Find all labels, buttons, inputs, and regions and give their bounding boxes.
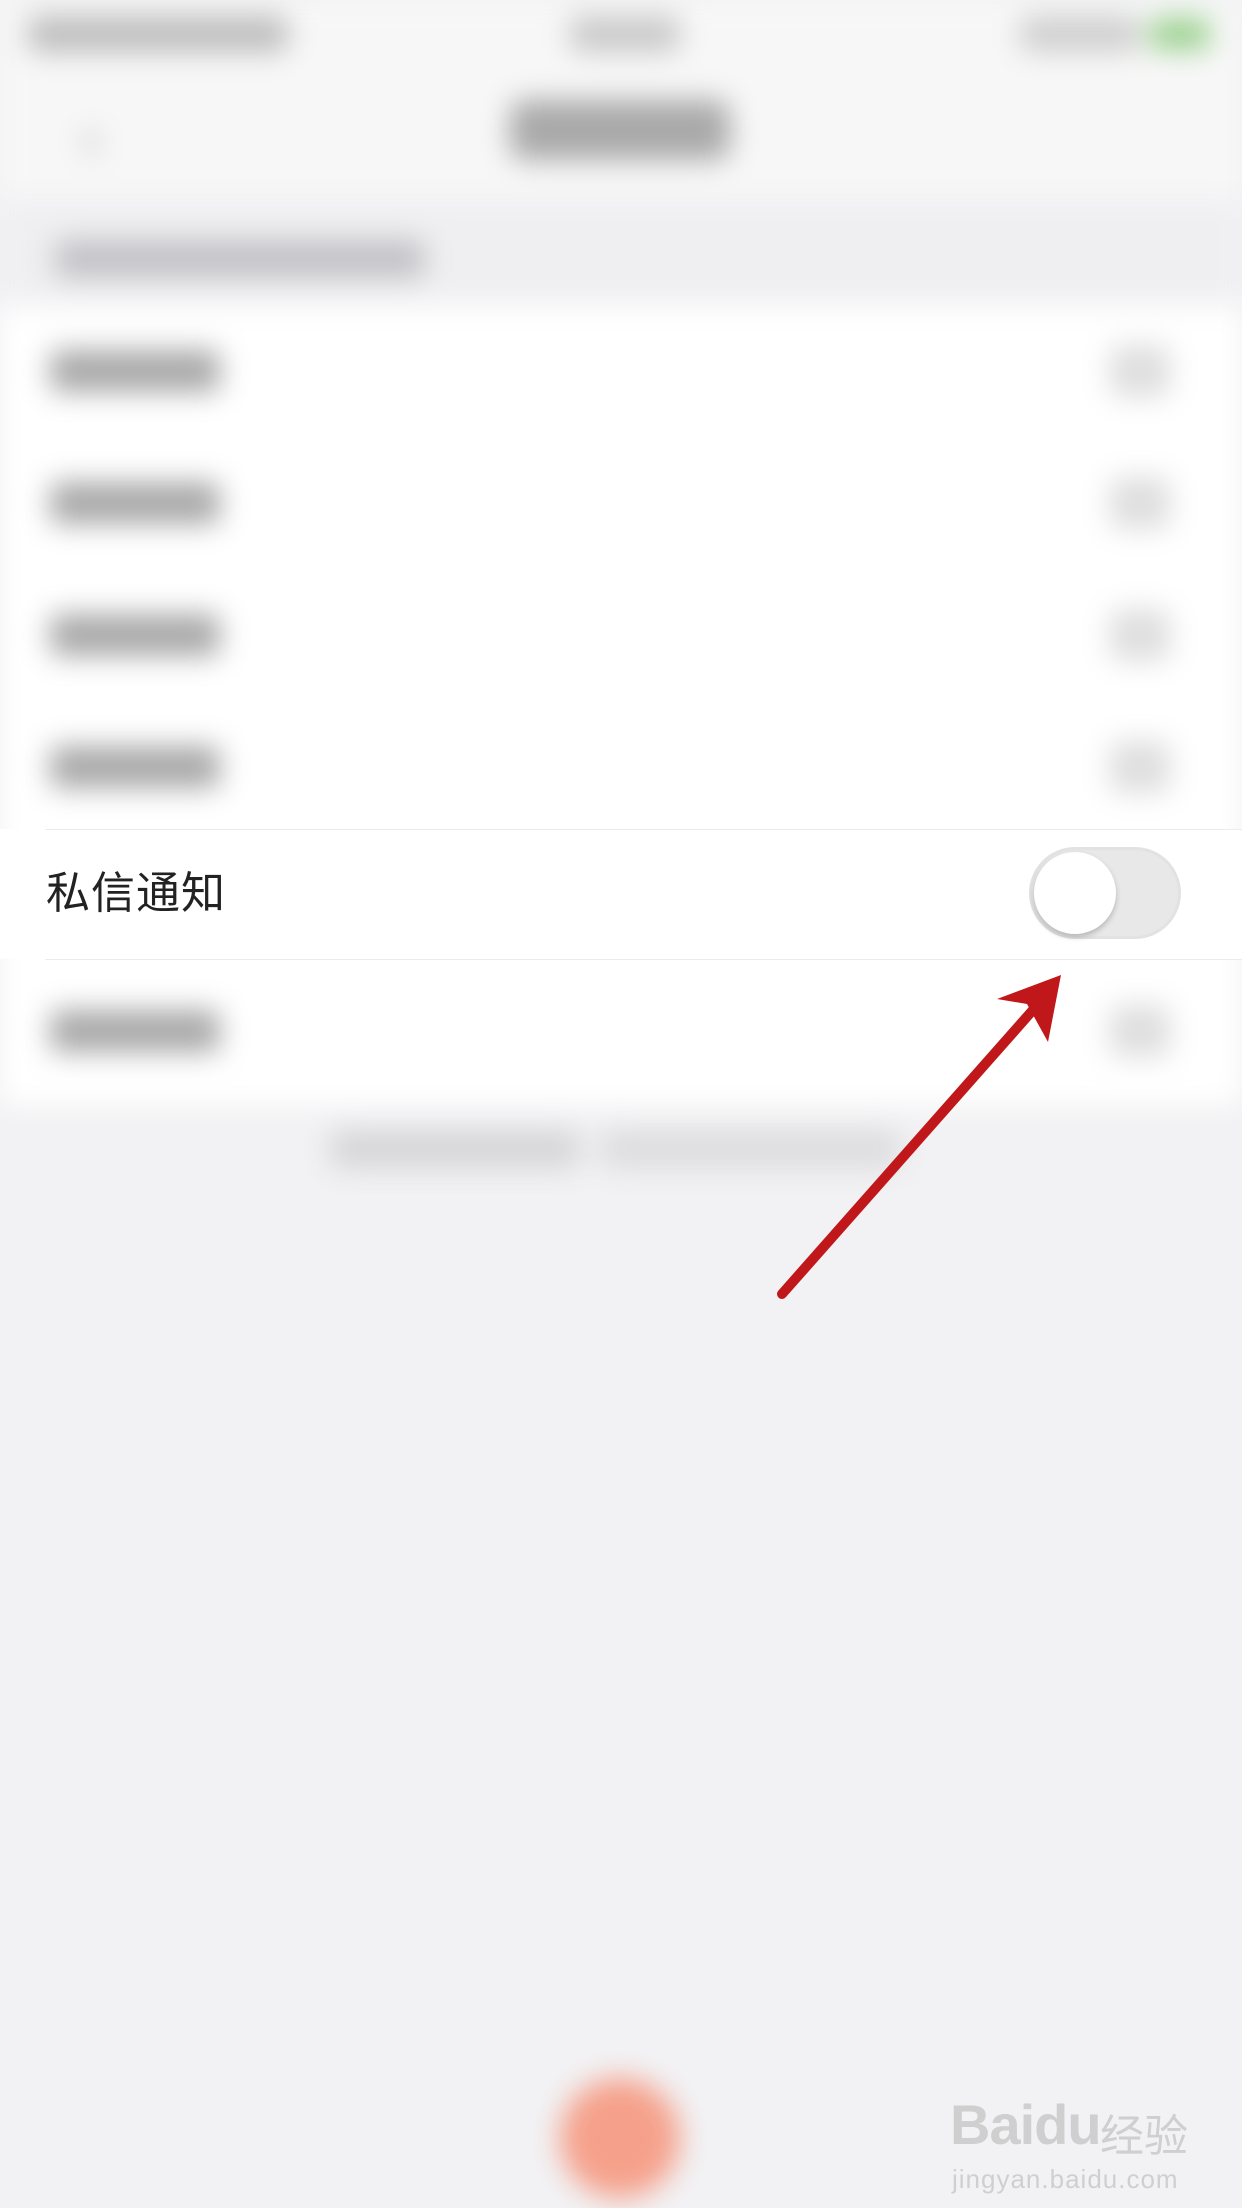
settings-row-label: 私信通知 bbox=[46, 868, 226, 919]
footer-note bbox=[600, 1130, 900, 1168]
blurred-background: ‹ bbox=[0, 0, 1242, 2208]
private-message-notification-toggle[interactable] bbox=[1029, 847, 1181, 939]
settings-row[interactable] bbox=[0, 701, 1242, 833]
baidu-jingyan-watermark: Baidu 经验 jingyan.baidu.com bbox=[950, 2070, 1230, 2200]
settings-row-control[interactable] bbox=[1110, 345, 1170, 397]
status-bar-time bbox=[570, 16, 680, 52]
settings-row-control[interactable] bbox=[1110, 741, 1170, 793]
footer-note bbox=[330, 1130, 580, 1168]
settings-row[interactable] bbox=[0, 965, 1242, 1097]
watermark-logo: Baidu bbox=[950, 2093, 1102, 2156]
divider bbox=[45, 959, 1242, 960]
status-bar bbox=[0, 0, 1242, 70]
settings-row-label bbox=[50, 350, 220, 392]
watermark-name: 经验 bbox=[1100, 2111, 1188, 2162]
status-bar-indicators bbox=[1020, 16, 1140, 52]
settings-row-control[interactable] bbox=[1110, 1005, 1170, 1057]
section-header-text bbox=[55, 240, 425, 278]
status-bar-carrier bbox=[28, 16, 288, 52]
settings-row[interactable] bbox=[0, 569, 1242, 701]
navigation-bar: ‹ bbox=[0, 70, 1242, 200]
back-arrow-icon[interactable]: ‹ bbox=[80, 110, 120, 170]
floating-action-button[interactable] bbox=[560, 2078, 680, 2198]
toggle-knob[interactable] bbox=[1034, 852, 1116, 934]
watermark-url: jingyan.baidu.com bbox=[952, 2164, 1179, 2194]
settings-row-label bbox=[50, 746, 220, 788]
battery-icon bbox=[1150, 18, 1210, 50]
settings-row-label bbox=[50, 614, 220, 656]
settings-row-label bbox=[50, 1010, 220, 1052]
divider bbox=[45, 829, 1242, 830]
settings-row-control[interactable] bbox=[1110, 609, 1170, 661]
settings-list bbox=[0, 305, 1242, 1105]
section-header bbox=[0, 200, 1242, 305]
settings-row-control[interactable] bbox=[1110, 477, 1170, 529]
settings-row[interactable] bbox=[0, 437, 1242, 569]
page-title bbox=[510, 100, 730, 160]
settings-row-private-message-notification[interactable]: 私信通知 bbox=[0, 829, 1242, 960]
settings-row-label bbox=[50, 482, 220, 524]
settings-row[interactable] bbox=[0, 305, 1242, 437]
